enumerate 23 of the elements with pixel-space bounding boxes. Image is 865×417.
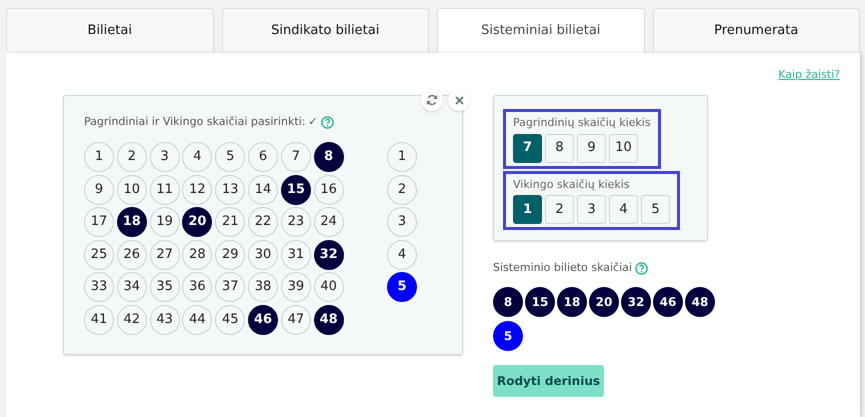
tab[interactable]: Bilietai (6, 8, 214, 53)
help-icon[interactable] (320, 116, 334, 128)
count-option[interactable]: 3 (577, 195, 606, 224)
count-option[interactable]: 7 (513, 134, 542, 162)
close-icon[interactable] (448, 89, 470, 111)
help-icon[interactable] (634, 262, 648, 275)
refresh-icon[interactable] (421, 89, 443, 111)
show-combinations-button[interactable]: Rodyti derinius (493, 364, 604, 396)
count-option[interactable]: 8 (545, 134, 574, 162)
count-option[interactable]: 5 (641, 195, 670, 224)
system-numbers-label: Sisteminio bilieto skaičiai (493, 260, 632, 276)
count-label: Vikingo skaičių kiekis (513, 176, 631, 192)
count-option[interactable]: 10 (609, 134, 638, 162)
count-option[interactable]: 9 (577, 134, 606, 162)
check-mark: ✓ (308, 114, 318, 130)
count-option[interactable]: 2 (545, 195, 574, 224)
tab[interactable]: Prenumerata (652, 8, 860, 53)
count-option[interactable]: 4 (609, 195, 638, 224)
count-label: Pagrindinių skaičių kiekis (513, 115, 651, 131)
status-text: Pagrindiniai ir Vikingo skaičiai pasirinkti: (84, 114, 306, 130)
tab[interactable]: Sisteminiai bilietai (437, 8, 644, 53)
tab[interactable]: Sindikato bilietai (222, 8, 429, 53)
count-option[interactable]: 1 (513, 195, 542, 224)
